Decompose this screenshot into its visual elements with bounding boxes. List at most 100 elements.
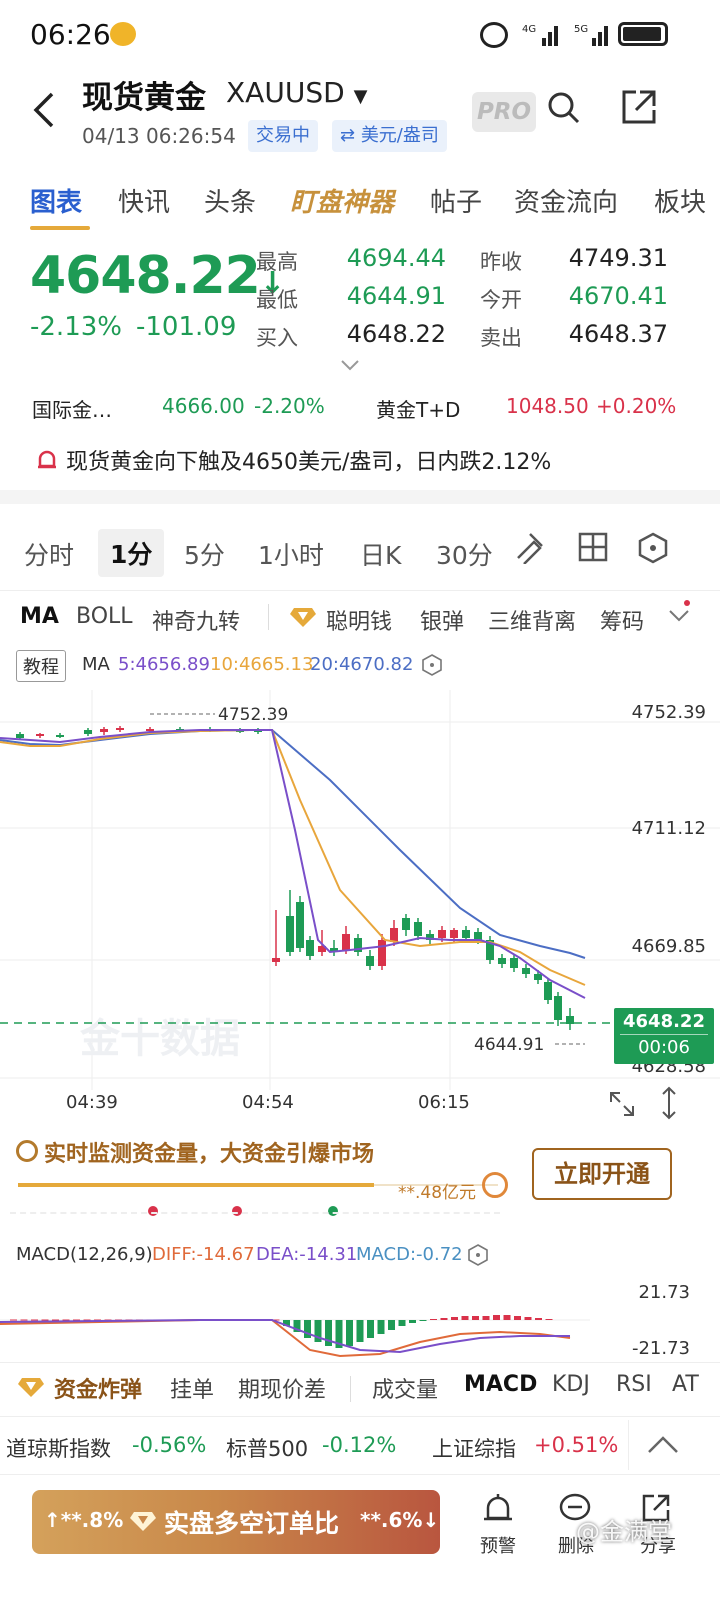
macd-dea-line: [0, 1319, 570, 1354]
tutorial-button[interactable]: 教程: [16, 650, 66, 682]
indicator-tab-td9[interactable]: 神奇九转: [152, 604, 240, 636]
tab-watch-tool[interactable]: 盯盘神器: [290, 182, 394, 219]
promo-amount: **.48亿元: [398, 1183, 477, 1203]
time-axis-label: 04:54: [242, 1092, 294, 1113]
page-title: 现货黄金: [82, 80, 206, 116]
candle-body: [306, 940, 314, 956]
ma-legend-label: MA: [82, 654, 110, 675]
index-name-sp500[interactable]: 标普500: [226, 1433, 308, 1463]
expand-chevron-icon[interactable]: [340, 358, 360, 372]
period-tab-daily[interactable]: 日K: [360, 536, 401, 572]
low-label: 最低: [256, 288, 298, 312]
index-value-dow: -0.56%: [132, 1433, 207, 1457]
pro-badge[interactable]: PRO: [472, 92, 536, 132]
period-tab-5m[interactable]: 5分: [184, 536, 225, 572]
divider: [628, 1420, 629, 1470]
index-value-sse: +0.51%: [534, 1433, 619, 1457]
last-price-value: 4648.22: [30, 246, 261, 306]
long-short-ratio-button[interactable]: ↑**.8% 实盘多空订单比 **.6%↓: [32, 1490, 440, 1554]
indicator-tab-divergence[interactable]: 三维背离: [488, 604, 576, 636]
candle-body: [378, 940, 386, 966]
tab-fund-flow[interactable]: 资金流向: [514, 182, 618, 219]
currency-unit-toggle[interactable]: ⇄ 美元/盎司: [332, 120, 447, 152]
bottom-tab-at[interactable]: AT: [672, 1372, 712, 1397]
bottom-tab-spread[interactable]: 期现价差: [238, 1372, 326, 1404]
bottom-tab-macd[interactable]: MACD: [464, 1372, 537, 1397]
search-button[interactable]: [546, 90, 582, 126]
alarm-bell-icon: [484, 1494, 512, 1521]
vertical-zoom-icon[interactable]: [660, 1086, 678, 1120]
share-icon: [622, 90, 656, 124]
signal-4g-icon: 4G: [522, 20, 562, 48]
current-price-value: 4648.22: [623, 1011, 705, 1032]
index-value-sp500: -0.12%: [322, 1433, 397, 1457]
candle-body: [56, 735, 64, 737]
layout-grid-icon[interactable]: [578, 532, 608, 562]
tab-sectors[interactable]: 板块: [654, 182, 720, 219]
tab-flash[interactable]: 快讯: [118, 182, 170, 219]
price-axis-label: 4669.85: [631, 936, 706, 957]
candle-body: [36, 734, 44, 736]
bottom-tab-rsi[interactable]: RSI: [616, 1372, 652, 1397]
period-tab-1h[interactable]: 1小时: [258, 536, 324, 572]
back-button[interactable]: [30, 90, 60, 130]
bottom-tab-orders[interactable]: 挂单: [170, 1372, 214, 1404]
green-marker-dot: [328, 1206, 338, 1216]
candlestick-chart[interactable]: 金十数据 4752.39 4644.91: [0, 690, 720, 1090]
settings-hex-icon[interactable]: [638, 532, 668, 564]
bottom-tab-kdj[interactable]: KDJ: [552, 1372, 590, 1397]
weibo-icon: [110, 22, 136, 46]
alert-button[interactable]: 预警: [468, 1490, 528, 1570]
swap-icon: ⇄: [340, 125, 361, 146]
indicator-tab-silver-bullet[interactable]: 银弹: [420, 604, 464, 636]
indicator-tab-smart-money[interactable]: 聪明钱: [326, 604, 392, 636]
macd-bar: [419, 1320, 427, 1321]
status-time: 06:26: [30, 18, 111, 51]
candle-body: [462, 930, 470, 938]
open-label: 今开: [480, 288, 522, 312]
macd-bar: [514, 1316, 521, 1320]
period-tab-30m[interactable]: 30分: [436, 536, 493, 572]
indicator-tab-chips[interactable]: 筹码: [600, 604, 662, 636]
period-tab-1m[interactable]: 1分: [98, 529, 165, 577]
macd-settings-icon[interactable]: [468, 1244, 488, 1266]
candle-body: [84, 730, 92, 734]
subscribe-button[interactable]: 立即开通: [532, 1148, 672, 1200]
indicator-tab-ma[interactable]: MA: [20, 604, 59, 629]
bottom-tab-fund-bomb[interactable]: 资金炸弹: [54, 1372, 142, 1404]
candle-body: [438, 930, 446, 938]
candle-body: [402, 918, 410, 930]
draw-tool-icon[interactable]: [512, 530, 546, 565]
tab-chart[interactable]: 图表: [30, 182, 82, 219]
candle-body: [534, 974, 542, 980]
related-a-price: 4666.00: [162, 394, 245, 418]
change-percent: -2.13%: [30, 312, 122, 342]
fullscreen-icon[interactable]: [608, 1090, 636, 1118]
battery-icon: [618, 22, 668, 46]
period-tab-timeshare[interactable]: 分时: [24, 536, 74, 572]
macd-bar: [398, 1320, 406, 1326]
related-b-pct: +0.20%: [596, 394, 677, 418]
more-indicators-chevron-icon[interactable]: [668, 608, 690, 624]
current-price-tag: 4648.22 00:06: [614, 1008, 714, 1064]
bottom-tab-volume[interactable]: 成交量: [372, 1372, 438, 1404]
index-name-dow[interactable]: 道琼斯指数: [6, 1433, 111, 1463]
related-a-name[interactable]: 国际金…: [32, 394, 112, 423]
candle-body: [146, 729, 154, 731]
prev-close-label: 昨收: [480, 250, 522, 274]
ma-settings-icon[interactable]: [422, 654, 442, 676]
timer-icon: [16, 1140, 38, 1162]
ma20-value: 20:4670.82: [310, 654, 414, 675]
related-a-pct: -2.20%: [254, 394, 325, 418]
symbol-selector[interactable]: XAUUSD ▼: [226, 76, 367, 109]
tab-headlines[interactable]: 头条: [204, 182, 256, 219]
macd-bar: [409, 1320, 416, 1323]
tab-posts[interactable]: 帖子: [430, 182, 482, 219]
price-alert-text[interactable]: 现货黄金向下触及4650美元/盎司，日内跌2.12%: [66, 444, 551, 476]
indicator-tab-boll[interactable]: BOLL: [76, 604, 133, 629]
share-button[interactable]: [620, 88, 658, 126]
index-name-sse[interactable]: 上证综指: [432, 1433, 516, 1463]
related-b-name[interactable]: 黄金T+D: [376, 394, 460, 423]
candle-body: [390, 928, 398, 942]
collapse-chevron-icon[interactable]: [646, 1432, 680, 1456]
